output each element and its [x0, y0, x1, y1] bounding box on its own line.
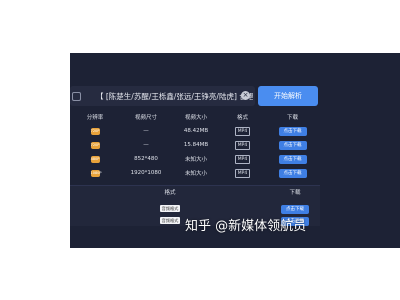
table-row: 720P — 15.84MB MP4 点击下载	[70, 138, 320, 152]
filesize-cell: 未知大小	[184, 171, 207, 177]
filesize-cell: 48.42MB	[183, 128, 209, 134]
parse-button[interactable]: 开始解析	[258, 86, 318, 106]
watermark: 知乎 @新媒体领航员	[185, 219, 307, 234]
url-input[interactable]	[94, 87, 255, 105]
resolution-badge: 480P	[90, 155, 100, 163]
header-download: 下载	[286, 115, 298, 121]
resolution-badge: 720P	[90, 141, 100, 149]
download-button[interactable]: 点击下载	[278, 140, 307, 150]
video-table: 分辨率 视频尺寸 视频大小 格式 下载 720P — 48.42MB MP4 点…	[70, 110, 320, 180]
dimensions-cell: —	[143, 128, 149, 134]
format-tag: MP4	[234, 154, 251, 164]
header-filesize: 视频大小	[184, 115, 207, 121]
header-resolution: 分辨率	[86, 115, 104, 121]
search-bar[interactable]	[70, 86, 255, 106]
filesize-cell: 15.84MB	[183, 142, 209, 148]
audio-format-tag: 音频格式	[159, 216, 181, 224]
dimensions-cell: 852*480	[134, 156, 158, 162]
table-row: 480P 852*480 未知大小 MP4 点击下载	[70, 152, 320, 166]
format-tag: MP4	[234, 126, 251, 136]
download-button[interactable]: 点击下载	[278, 126, 307, 136]
table-row: 1080P 1920*1080 未知大小 MP4 点击下载	[70, 166, 320, 180]
filesize-cell: 未知大小	[184, 157, 207, 163]
format-tag: MP4	[234, 168, 251, 178]
resolution-badge: 720P	[90, 127, 100, 135]
download-button[interactable]: 点击下载	[278, 168, 307, 178]
download-button[interactable]: 点击下载	[278, 154, 307, 164]
header-format: 格式	[236, 115, 248, 121]
table-header: 分辨率 视频尺寸 视频大小 格式 下载	[70, 110, 320, 124]
clear-icon[interactable]: ×	[241, 91, 250, 100]
format-tag: MP4	[234, 140, 251, 150]
resolution-badge: 1080P	[90, 169, 102, 177]
dimensions-cell: 1920*1080	[130, 170, 162, 176]
header-dimensions: 视频尺寸	[134, 115, 157, 121]
link-icon	[72, 91, 81, 101]
dimensions-cell: —	[143, 142, 149, 148]
table-row: 720P — 48.42MB MP4 点击下载	[70, 124, 320, 138]
